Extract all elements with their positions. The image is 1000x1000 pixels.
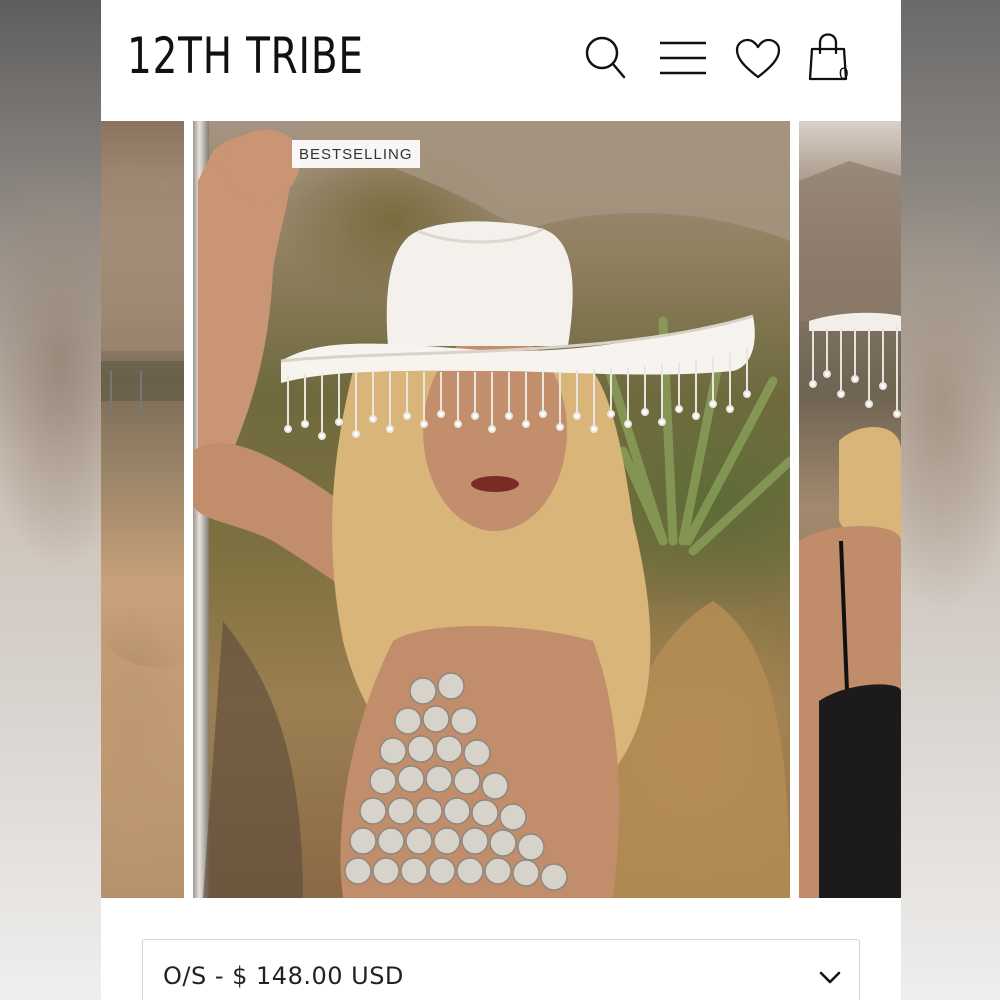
product-gallery[interactable]: BESTSELLING [101,121,901,898]
gallery-slide-next[interactable] [799,121,901,898]
product-photo [193,121,790,898]
brand-logo[interactable]: 12TH TRIBE [127,22,364,90]
variant-select[interactable]: O/S - $ 148.00 USD [142,939,860,1000]
product-options: O/S - $ 148.00 USD [101,898,901,1000]
variant-select-value: O/S - $ 148.00 USD [163,962,404,990]
next-photo-illustration [799,161,901,898]
gallery-slide-previous[interactable] [101,121,184,898]
landscape-illustration [101,161,184,898]
search-icon[interactable] [583,34,627,80]
heart-icon[interactable] [735,38,781,80]
product-page: 12TH TRIBE 0 BESTSELLING O/S - $ 148.00 … [101,0,901,1000]
bestselling-badge: BESTSELLING [292,140,420,168]
site-header: 12TH TRIBE 0 [101,0,901,120]
menu-icon[interactable] [659,40,707,76]
gallery-slide-main[interactable]: BESTSELLING [193,121,790,898]
backdrop-right [901,0,1000,1000]
backdrop-left [0,0,101,1000]
chevron-down-icon[interactable] [819,971,841,990]
cart-count: 0 [839,64,849,83]
